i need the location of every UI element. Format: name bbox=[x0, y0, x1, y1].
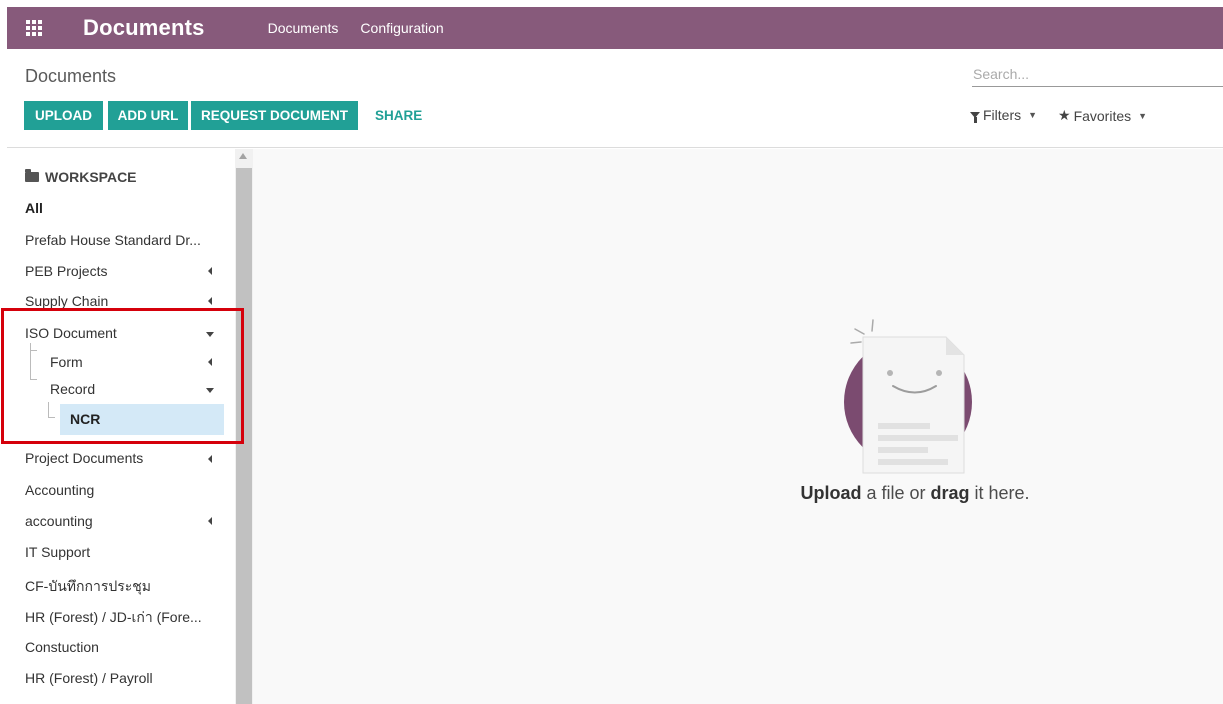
breadcrumb: Documents bbox=[25, 66, 117, 86]
empty-state-helper: Upload a file or drag it here. bbox=[785, 483, 1045, 504]
document-drop-area[interactable]: Upload a file or drag it here. bbox=[253, 149, 1223, 704]
filter-icon bbox=[970, 112, 980, 123]
sidebar-item-hr-jd[interactable]: HR (Forest) / JD-เก่า (Fore... bbox=[25, 607, 202, 629]
app-title[interactable]: Documents bbox=[83, 15, 205, 41]
sidebar-item-all[interactable]: All bbox=[25, 200, 43, 216]
sidebar-item-cf-meeting[interactable]: CF-บันทึกการประชุม bbox=[25, 576, 151, 598]
sidebar-item-constuction[interactable]: Constuction bbox=[25, 639, 99, 655]
apps-grid-icon[interactable] bbox=[26, 20, 42, 36]
annotation-highlight-box bbox=[1, 308, 244, 444]
sidebar-item-it-support[interactable]: IT Support bbox=[25, 544, 90, 560]
upload-button[interactable]: UPLOAD bbox=[24, 101, 103, 130]
request-document-button[interactable]: REQUEST DOCUMENT bbox=[191, 101, 358, 130]
search-input[interactable] bbox=[972, 61, 1223, 87]
sidebar-item-peb-projects[interactable]: PEB Projects bbox=[25, 263, 107, 279]
workspace-header-label: WORKSPACE bbox=[45, 169, 137, 185]
empty-document-illustration bbox=[844, 319, 972, 474]
helper-end: it here. bbox=[969, 483, 1030, 503]
filters-dropdown[interactable]: Filters ▼ bbox=[970, 107, 1037, 123]
expand-arrow-icon[interactable] bbox=[208, 517, 212, 525]
sidebar-item-project-documents[interactable]: Project Documents bbox=[25, 450, 143, 466]
favorites-label: Favorites bbox=[1073, 107, 1132, 124]
helper-middle: a file or bbox=[861, 483, 931, 503]
filters-label: Filters bbox=[983, 107, 1022, 123]
sidebar-item-prefab-house[interactable]: Prefab House Standard Dr... bbox=[25, 232, 201, 248]
add-url-button[interactable]: ADD URL bbox=[108, 101, 188, 130]
favorites-dropdown[interactable]: ★ Favorites ▼ bbox=[1058, 107, 1147, 124]
upload-emphasis: Upload bbox=[800, 483, 862, 503]
expand-arrow-icon[interactable] bbox=[208, 267, 212, 275]
main-menu: Documents Configuration bbox=[268, 20, 466, 36]
top-navbar: Documents Documents Configuration bbox=[7, 7, 1223, 49]
share-button[interactable]: SHARE bbox=[375, 101, 422, 130]
workspace-header: WORKSPACE bbox=[25, 169, 137, 185]
folder-icon bbox=[25, 169, 39, 182]
expand-arrow-icon[interactable] bbox=[208, 455, 212, 463]
expand-arrow-icon[interactable] bbox=[208, 297, 212, 305]
menu-item-configuration[interactable]: Configuration bbox=[360, 20, 443, 36]
control-panel: Documents UPLOAD ADD URL REQUEST DOCUMEN… bbox=[7, 49, 1223, 148]
sidebar-item-accounting[interactable]: Accounting bbox=[25, 482, 94, 498]
sidebar-item-hr-payroll[interactable]: HR (Forest) / Payroll bbox=[25, 670, 153, 686]
sidebar-item-accounting-lower[interactable]: accounting bbox=[25, 513, 93, 529]
scroll-up-icon[interactable] bbox=[239, 153, 247, 159]
star-icon: ★ bbox=[1058, 107, 1071, 123]
caret-down-icon: ▼ bbox=[1028, 110, 1038, 120]
drag-emphasis: drag bbox=[930, 483, 970, 503]
sidebar-item-supply-chain[interactable]: Supply Chain bbox=[25, 293, 108, 309]
menu-item-documents[interactable]: Documents bbox=[268, 20, 339, 36]
caret-down-icon: ▼ bbox=[1138, 110, 1148, 121]
